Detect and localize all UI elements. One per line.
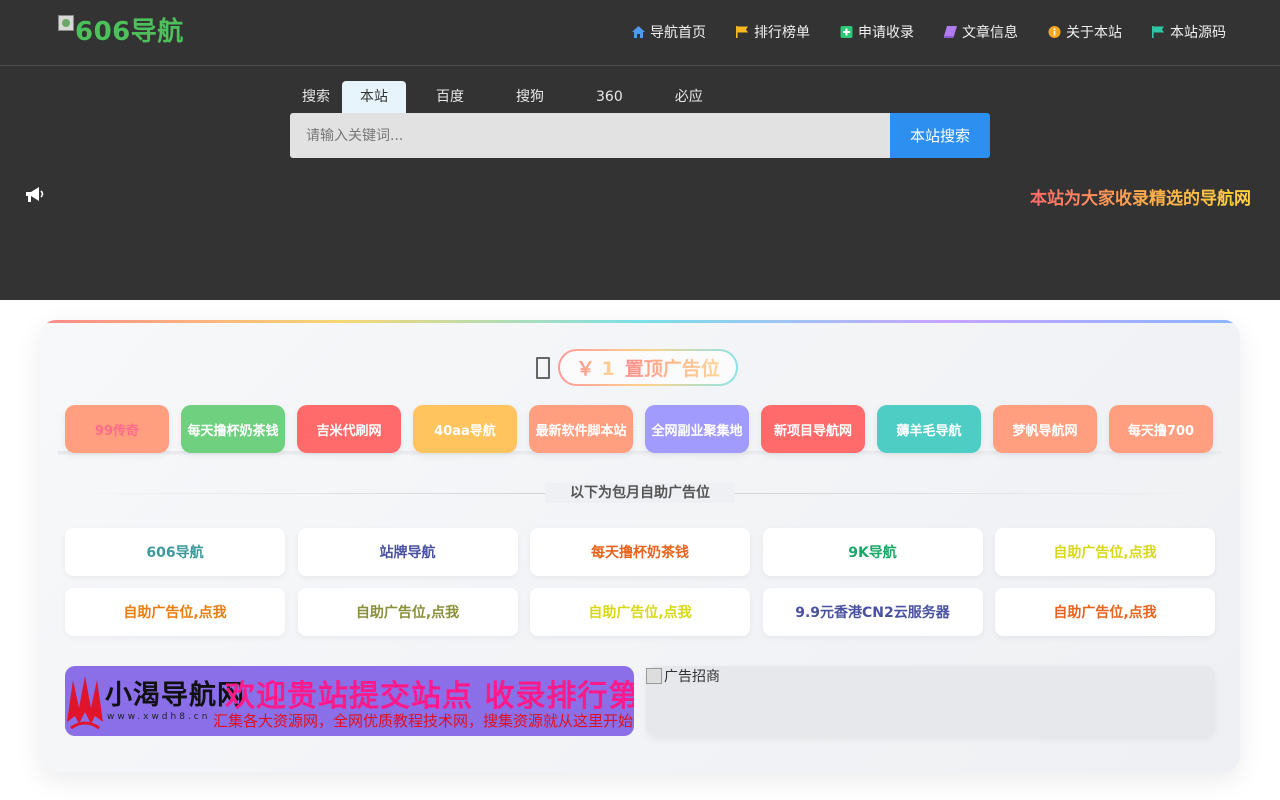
nav-label: 导航首页 <box>650 25 706 41</box>
nav-label: 文章信息 <box>962 25 1018 41</box>
nav-label: 申请收录 <box>858 25 914 41</box>
announcement-text: 本站为大家收录精选的导航网 <box>1030 189 1251 208</box>
banner-ad-xwdh[interactable]: 小渴导航网 www.xwdh8.cn 欢迎贵站提交站点 收录排行第一名 汇集各大… <box>65 666 634 736</box>
search-box: 本站搜索 <box>290 113 990 158</box>
pinned-ad[interactable]: 吉米代刷网 <box>297 405 401 453</box>
pinned-ad[interactable]: 每天撸杯奶茶钱 <box>181 405 285 453</box>
banner-logo-text: 小渴导航网 <box>105 680 245 711</box>
ads-card: ￥ 1 置顶广告位 99传奇 每天撸杯奶茶钱 吉米代刷网 40aa导航 最新软件… <box>40 320 1240 772</box>
nav-label: 本站源码 <box>1170 25 1226 41</box>
banner-url: www.xwdh8.cn <box>107 712 211 722</box>
banner-subline: 汇集各大资源网，全网优质教程技术网，搜集资源就从这里开始 <box>213 712 634 730</box>
nav-item-articles[interactable]: 文章信息 <box>944 22 1018 42</box>
pinned-ad[interactable]: 梦帆导航网 <box>993 405 1097 453</box>
card-gradient-line <box>40 320 1240 323</box>
monthly-ad[interactable]: 9.9元香港CN2云服务器 <box>762 588 983 636</box>
broken-image-icon <box>646 668 662 684</box>
flag-icon <box>736 26 748 38</box>
nav-item-submit[interactable]: 申请收录 <box>840 22 914 42</box>
missing-glyph-icon <box>536 356 550 379</box>
plus-square-icon <box>840 26 853 38</box>
pinned-ads-row: 99传奇 每天撸杯奶茶钱 吉米代刷网 40aa导航 最新软件脚本站 全网副业聚集… <box>65 405 1213 453</box>
flag-icon <box>1152 26 1164 38</box>
tab-sogou[interactable]: 搜狗 <box>494 81 566 113</box>
pinned-title-text: 置顶广告位 <box>625 354 720 381</box>
announcement-marquee: 本站为大家收录精选的导航网 <box>1030 184 1258 208</box>
nav-item-about[interactable]: 关于本站 <box>1048 22 1122 42</box>
tab-site[interactable]: 本站 <box>342 81 406 113</box>
megaphone-icon <box>26 187 44 202</box>
book-icon <box>944 26 957 38</box>
nav-label: 排行榜单 <box>754 25 810 41</box>
monthly-ads-grid: 606导航 站牌导航 每天撸杯奶茶钱 9K导航 自助广告位,点我 自助广告位,点… <box>65 528 1215 636</box>
search-tabs: 搜索 本站 百度 搜狗 360 必应 <box>290 81 733 113</box>
pinned-price: ￥ 1 <box>576 354 615 381</box>
monthly-ad[interactable]: 9K导航 <box>762 528 983 576</box>
search-button[interactable]: 本站搜索 <box>890 113 990 158</box>
search-input[interactable] <box>290 113 890 158</box>
logo-text: 606导航 <box>75 16 184 47</box>
monthly-ad[interactable]: 自助广告位,点我 <box>65 588 285 636</box>
tab-bing[interactable]: 必应 <box>653 81 725 113</box>
pinned-ad[interactable]: 全网副业聚集地 <box>645 405 749 453</box>
pinned-ad[interactable]: 99传奇 <box>65 405 169 453</box>
nav-label: 关于本站 <box>1066 25 1122 41</box>
monthly-ad[interactable]: 站牌导航 <box>297 528 518 576</box>
banner-headline: 欢迎贵站提交站点 收录排行第一名 <box>225 679 634 714</box>
pinned-ad[interactable]: 新项目导航网 <box>761 405 865 453</box>
banner-ad-placeholder[interactable]: 广告招商 <box>646 666 1215 736</box>
nav-item-ranking[interactable]: 排行榜单 <box>736 22 810 42</box>
home-icon <box>632 26 645 38</box>
monthly-ad[interactable]: 自助广告位,点我 <box>995 588 1215 636</box>
monthly-ad[interactable]: 自助广告位,点我 <box>530 588 750 636</box>
monthly-ad[interactable]: 自助广告位,点我 <box>995 528 1215 576</box>
monthly-ad[interactable]: 606导航 <box>65 528 285 576</box>
info-icon <box>1048 26 1061 38</box>
pinned-ad[interactable]: 最新软件脚本站 <box>529 405 633 453</box>
pinned-ad[interactable]: 每天撸700 <box>1109 405 1213 453</box>
monthly-ad[interactable]: 每天撸杯奶茶钱 <box>530 528 750 576</box>
header-area: 606导航 导航首页 排行榜单 申请收录 文章信息 关于本站 本站源码 搜索 本… <box>0 0 1280 300</box>
tab-360[interactable]: 360 <box>574 81 645 113</box>
broken-image-icon <box>58 15 74 31</box>
banner-alt-text: 广告招商 <box>664 669 720 685</box>
pinned-title: ￥ 1 置顶广告位 <box>536 349 738 386</box>
pinned-badge: ￥ 1 置顶广告位 <box>558 349 738 386</box>
banner-logo-mark <box>67 676 103 730</box>
nav-item-home[interactable]: 导航首页 <box>632 22 706 42</box>
tab-baidu[interactable]: 百度 <box>414 81 486 113</box>
site-logo[interactable]: 606导航 <box>58 11 184 47</box>
nav-item-source[interactable]: 本站源码 <box>1152 22 1226 42</box>
pinned-ad[interactable]: 40aa导航 <box>413 405 517 453</box>
pinned-ad[interactable]: 薅羊毛导航 <box>877 405 981 453</box>
banner-alt: 广告招商 <box>646 666 720 686</box>
search-tabs-label: 搜索 <box>302 89 330 105</box>
section-divider-label: 以下为包月自助广告位 <box>545 483 735 503</box>
monthly-ad[interactable]: 自助广告位,点我 <box>297 588 518 636</box>
header-divider <box>0 65 1280 66</box>
main-nav: 导航首页 排行榜单 申请收录 文章信息 关于本站 本站源码 <box>632 22 1226 42</box>
